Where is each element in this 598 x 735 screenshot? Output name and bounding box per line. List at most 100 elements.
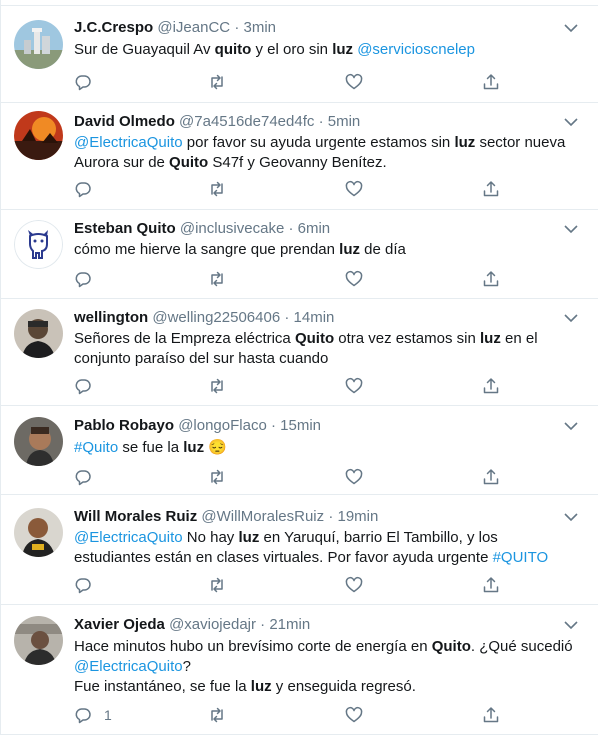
author-handle[interactable]: @inclusivecake [180,220,284,237]
like-button[interactable] [345,376,363,396]
share-button[interactable] [482,575,500,595]
separator-dot: · [260,616,266,633]
avatar[interactable] [14,111,63,160]
chevron-down-icon[interactable] [562,113,580,131]
author-name[interactable]: Will Morales Ruiz [74,508,197,525]
tweet[interactable]: J.C.Crespo @iJeanCC · 3min Sur de Guayaq… [1,6,598,103]
tweet-actions [74,575,504,595]
tweet-actions [74,179,504,199]
tweet[interactable]: Pablo Robayo @longoFlaco · 15min #Quito … [1,406,598,495]
text-segment: ? [182,658,191,675]
text-segment: y el oro sin [251,41,333,58]
tweet-time[interactable]: 3min [243,19,276,36]
author-handle[interactable]: @iJeanCC [157,19,230,36]
like-button[interactable] [345,179,363,199]
separator-dot: · [288,220,294,237]
share-button[interactable] [482,179,500,199]
retweet-icon [211,378,223,394]
hashtag-link[interactable]: #Quito [74,439,118,456]
reply-button[interactable] [74,467,104,487]
author-name[interactable]: Esteban Quito [74,220,176,237]
tweet-time[interactable]: 14min [294,309,335,326]
text-segment: Hace minutos hubo un brevísimo corte de … [74,638,432,655]
tweet-time[interactable]: 5min [328,113,361,130]
like-button[interactable] [345,269,363,289]
author-name[interactable]: Xavier Ojeda [74,616,165,633]
avatar[interactable] [14,20,63,69]
author-handle[interactable]: @7a4516de74ed4fc [179,113,314,130]
like-button[interactable] [345,575,363,595]
retweet-button[interactable] [208,376,226,396]
like-button[interactable] [345,705,363,725]
avatar-image [14,220,63,269]
like-button[interactable] [345,72,363,92]
reply-button[interactable] [74,72,104,92]
reply-icon [75,75,91,91]
author-name[interactable]: J.C.Crespo [74,19,153,36]
share-button[interactable] [482,467,500,487]
reply-button[interactable] [74,376,104,396]
heart-icon [345,270,363,287]
share-icon [483,271,499,287]
tweet-time[interactable]: 19min [337,508,378,525]
hashtag-link[interactable]: #QUITO [493,549,549,566]
retweet-icon [211,271,223,287]
retweet-button[interactable] [208,575,226,595]
share-button[interactable] [482,705,500,725]
retweet-button[interactable] [208,269,226,289]
retweet-button[interactable] [208,179,226,199]
reply-button[interactable] [74,179,104,199]
text-segment: No hay [182,529,239,546]
retweet-button[interactable] [208,467,226,487]
chevron-down-icon[interactable] [562,616,580,634]
share-button[interactable] [482,376,500,396]
tweet[interactable]: Esteban Quito @inclusivecake · 6min cómo… [1,210,598,299]
chevron-down-icon[interactable] [562,508,580,526]
tweet[interactable]: David Olmedo @7a4516de74ed4fc · 5min @El… [1,103,598,210]
author-handle[interactable]: @welling22506406 [152,309,280,326]
tweet-time[interactable]: 15min [280,417,321,434]
author-handle[interactable]: @longoFlaco [178,417,267,434]
avatar[interactable] [14,309,63,358]
share-icon [483,74,499,90]
mention-link[interactable]: @ElectricaQuito [74,134,183,151]
chevron-down-icon[interactable] [562,309,580,327]
like-button[interactable] [345,467,363,487]
reply-button[interactable] [74,269,104,289]
mention-link[interactable]: @ElectricaQuito [74,658,183,675]
reply-button[interactable]: 1 [74,705,112,725]
mention-link[interactable]: @servicioscnelep [357,41,475,58]
tweet[interactable]: Xavier Ojeda @xaviojedajr · 21min Hace m… [1,605,598,735]
chevron-down-icon[interactable] [562,417,580,435]
retweet-button[interactable] [208,72,226,92]
heart-icon [345,73,363,90]
avatar-image [14,20,63,69]
avatar[interactable] [14,417,63,466]
avatar[interactable] [14,616,63,665]
reply-button[interactable] [74,575,104,595]
author-handle[interactable]: @WillMoralesRuiz [201,508,324,525]
reply-count: 1 [104,707,112,723]
reply-icon [75,379,91,395]
avatar-image [14,508,63,557]
mention-link[interactable]: @ElectricaQuito [74,529,183,546]
chevron-down-icon[interactable] [562,220,580,238]
share-button[interactable] [482,72,500,92]
tweet-time[interactable]: 21min [269,616,310,633]
share-button[interactable] [482,269,500,289]
retweet-button[interactable] [208,705,226,725]
author-name[interactable]: wellington [74,309,148,326]
avatar-image [14,616,63,665]
tweet[interactable]: Will Morales Ruiz @WillMoralesRuiz · 19m… [1,495,598,605]
text-segment: de día [360,241,406,258]
tweet-time[interactable]: 6min [298,220,331,237]
author-handle[interactable]: @xaviojedajr [169,616,256,633]
author-name[interactable]: Pablo Robayo [74,417,174,434]
author-name[interactable]: David Olmedo [74,113,175,130]
chevron-down-icon[interactable] [562,19,580,37]
avatar[interactable] [14,220,63,269]
tweet[interactable]: wellington @welling22506406 · 14min Seño… [1,299,598,406]
avatar[interactable] [14,508,63,557]
keyword-highlight: luz [480,330,501,347]
heart-icon [345,576,363,593]
